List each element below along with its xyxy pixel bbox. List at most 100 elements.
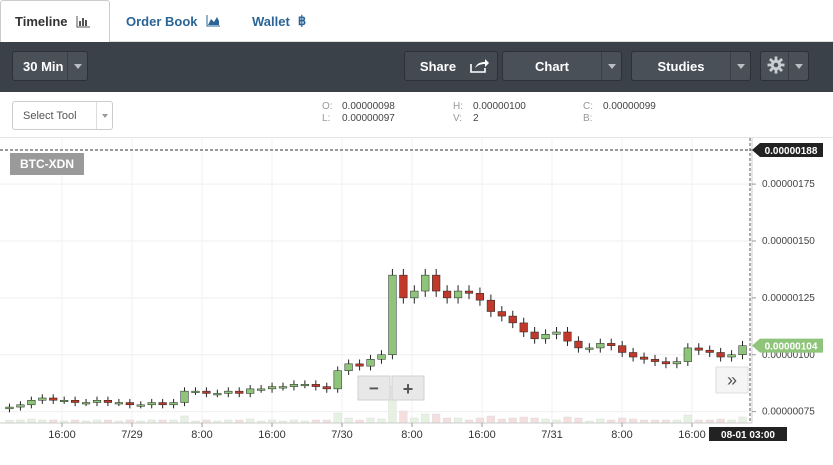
- period-label: 30 Min: [23, 58, 64, 74]
- candle-body: [497, 311, 506, 317]
- x-axis: 16:00 7/29 8:00 16:00 7/30 8:00 16:00 7/31 8:00 1…: [48, 423, 706, 441]
- svg-text:BTC-XDN: BTC-XDN: [20, 157, 74, 171]
- volume-bar: [399, 410, 408, 424]
- candle-body: [49, 397, 58, 401]
- price-chart[interactable]: 0.00000175 0.00000150 0.00000125 0.00000100…: [0, 138, 833, 460]
- x-tick-label: 7/29: [121, 429, 142, 441]
- period-dropdown[interactable]: 30 Min: [12, 51, 88, 81]
- volume-bar: [246, 418, 255, 424]
- tab-wallet[interactable]: Wallet ฿: [252, 0, 306, 42]
- chevron-down-icon: [601, 52, 621, 80]
- candle-body: [38, 397, 47, 401]
- candle-body: [202, 390, 211, 394]
- candle-body: [705, 349, 714, 353]
- volume-bar: [596, 418, 605, 424]
- candle-body: [71, 400, 80, 403]
- studies-label: Studies: [657, 58, 705, 74]
- candle-body: [5, 406, 14, 410]
- candle-body: [596, 343, 605, 349]
- chevron-down-icon: [730, 52, 750, 80]
- svg-text:0.00000188: 0.00000188: [765, 146, 818, 157]
- volume-bar: [344, 417, 353, 424]
- volume-bar: [366, 417, 375, 424]
- svg-text:+: +: [403, 379, 414, 399]
- candle-body: [147, 402, 156, 406]
- candle-body: [333, 370, 342, 390]
- volume-bar: [486, 415, 495, 424]
- tab-timeline[interactable]: Timeline: [0, 0, 110, 42]
- tab-order-book[interactable]: Order Book: [126, 0, 220, 42]
- candle-body: [716, 352, 725, 358]
- candle-body: [81, 402, 91, 405]
- candle-body: [114, 402, 123, 405]
- volume-bar: [443, 417, 452, 424]
- candle-body: [377, 354, 386, 360]
- volume-bar: [453, 417, 463, 424]
- select-tool-dropdown[interactable]: Select Tool: [12, 101, 113, 130]
- ohlc-open: O: 0.00000098: [322, 101, 395, 112]
- candle-body: [235, 390, 244, 394]
- candle-body: [399, 274, 408, 299]
- svg-text:08-01 03:00: 08-01 03:00: [721, 430, 775, 441]
- candle-body: [158, 402, 167, 406]
- candle-body: [672, 361, 681, 365]
- candle-body: [136, 404, 145, 407]
- x-tick-label: 16:00: [468, 429, 496, 441]
- volume-bar: [530, 417, 539, 424]
- x-tick-label: 8:00: [401, 429, 422, 441]
- candle-body: [27, 400, 36, 406]
- candle-body: [453, 290, 463, 299]
- candle-body: [629, 352, 638, 358]
- candle-body: [421, 274, 430, 292]
- candle-body: [410, 290, 419, 299]
- ohlc-high: H: 0.00000100: [453, 101, 526, 112]
- candle-body: [661, 361, 671, 365]
- settings-dropdown[interactable]: [760, 51, 809, 81]
- candle-body: [585, 347, 594, 350]
- drawing-subbar: Select Tool O: 0.00000098 L: 0.00000097 H:…: [0, 92, 833, 138]
- candle-body: [618, 345, 627, 353]
- candle-body: [16, 404, 25, 408]
- volume-bar: [618, 417, 627, 424]
- candle-body: [432, 274, 441, 292]
- volume-bar: [508, 417, 517, 424]
- svg-text:0.00000104: 0.00000104: [765, 342, 818, 353]
- candle-body: [311, 384, 320, 387]
- scroll-right-button[interactable]: »: [715, 366, 749, 394]
- volume-bar: [475, 417, 485, 424]
- candle-body: [344, 363, 353, 371]
- ohlc-volume: V: 2: [453, 113, 479, 124]
- candle-body: [683, 347, 692, 362]
- symbol-label: BTC-XDN: [10, 153, 84, 175]
- y-tick-label: 0.00000150: [762, 236, 815, 247]
- price-chart-svg[interactable]: 0.000001750.000001500.000001250.00000100…: [0, 138, 833, 460]
- candle-body: [224, 390, 233, 394]
- volume-bar: [421, 413, 430, 424]
- tab-label: Timeline: [15, 14, 68, 29]
- volume-bar: [574, 417, 583, 424]
- candle-body: [246, 388, 255, 394]
- ohlc-close: C: 0.00000099: [583, 101, 656, 112]
- chart-label: Chart: [535, 58, 569, 74]
- zoom-in-button[interactable]: +: [391, 375, 425, 401]
- zoom-out-button[interactable]: −: [357, 375, 391, 401]
- candle-body: [92, 400, 102, 403]
- candle-body: [694, 347, 703, 351]
- candle-body: [486, 299, 495, 312]
- candle-body: [443, 290, 452, 299]
- share-label: Share: [419, 58, 457, 74]
- volume-bar: [27, 418, 36, 424]
- chevron-down-icon: [788, 52, 808, 80]
- y-tick-label: 0.00000125: [762, 293, 815, 304]
- volume-bar: [333, 412, 342, 424]
- candle-body: [213, 393, 222, 396]
- volume-bar: [410, 417, 419, 424]
- x-tick-label: 7/31: [541, 429, 562, 441]
- studies-dropdown[interactable]: Studies: [631, 51, 751, 81]
- volume-bar: [497, 418, 506, 424]
- chevron-down-icon: [96, 102, 112, 129]
- chart-type-dropdown[interactable]: Chart: [502, 51, 622, 81]
- share-button[interactable]: Share: [404, 51, 498, 81]
- svg-text:»: »: [727, 370, 737, 390]
- bar-chart-icon: [76, 15, 90, 28]
